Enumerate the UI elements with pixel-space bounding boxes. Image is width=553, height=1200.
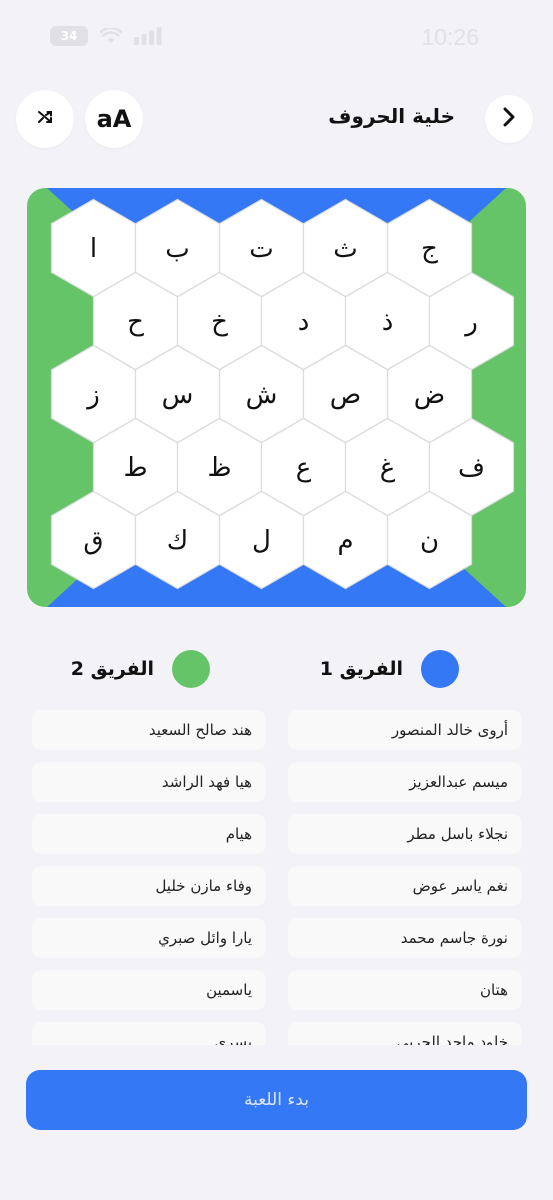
start-game-button[interactable]: بدء اللعبة [26, 1070, 527, 1130]
team2-member[interactable]: يارا وائل صبري [32, 918, 266, 958]
shuffle-icon [36, 108, 54, 130]
member-name: هيام [225, 825, 252, 843]
hex-board: ا ب ت ث ج ح خ د ذ ر ز س ش ص ض ط ظ ع غ ف ق ك ل م ن [27, 188, 526, 607]
team2-member[interactable]: ياسمين [32, 970, 266, 1010]
hex-cell-letter: ز [85, 380, 100, 410]
team1-header: الفريق 1 [320, 650, 459, 688]
team1-member[interactable]: أروى خالد المنصور [288, 710, 522, 750]
font-size-icon: aA [96, 105, 132, 133]
hex-cell-letter: ط [123, 453, 147, 483]
hex-cell-letter: ظ [207, 453, 231, 483]
member-name: نجلاء باسل مطر [407, 825, 508, 843]
member-name: ميسم عبدالعزيز [409, 773, 508, 791]
member-name: هند صالح السعيد [148, 721, 252, 739]
member-name: نغم ياسر عوض [412, 877, 508, 895]
team1-member-list[interactable]: أروى خالد المنصور ميسم عبدالعزيز نجلاء ب… [288, 710, 522, 1045]
hex-cell-letter: ذ [382, 307, 394, 337]
hex-cell-letter: ك [167, 526, 188, 556]
team2-member[interactable]: وفاء مازن خليل [32, 866, 266, 906]
status-time: 10:26 [421, 24, 479, 50]
wifi-icon [100, 28, 122, 44]
next-button[interactable] [485, 95, 533, 143]
chevron-right-icon [502, 106, 516, 132]
team2-color-dot [172, 650, 210, 688]
hex-cell-letter: ح [127, 307, 144, 337]
member-name: هيا فهد الراشد [161, 773, 252, 791]
status-icons: 34 [50, 26, 162, 46]
game-board: ا ب ت ث ج ح خ د ذ ر ز س ش ص ض ط ظ ع غ ف ق ك ل م ن [27, 188, 526, 607]
member-name: يارا وائل صبري [158, 929, 252, 947]
member-name: ياسمين [206, 981, 252, 999]
team2-member[interactable]: هند صالح السعيد [32, 710, 266, 750]
team2-member[interactable]: هيا فهد الراشد [32, 762, 266, 802]
team2-member-list[interactable]: هند صالح السعيد هيا فهد الراشد هيام وفاء… [32, 710, 266, 1045]
battery-level: 34 [60, 29, 78, 43]
hex-cell-letter: ص [330, 380, 361, 410]
team2-member[interactable]: يسرى [32, 1022, 266, 1045]
hex-cell-letter: غ [380, 453, 396, 483]
hex-cell-letter: ج [421, 234, 438, 264]
member-name: أروى خالد المنصور [391, 721, 508, 739]
page-title: خلية الحروف [328, 104, 455, 128]
hex-cell-letter: م [337, 526, 353, 556]
member-name: وفاء مازن خليل [155, 877, 252, 895]
hex-cell-letter: ا [90, 234, 97, 264]
member-name: نورة جاسم محمد [400, 929, 508, 947]
team1-member[interactable]: خلود ماجد الحربي [288, 1022, 522, 1045]
member-name: خلود ماجد الحربي [396, 1033, 508, 1045]
hex-cell-letter: ش [246, 380, 278, 410]
shuffle-button[interactable] [16, 90, 74, 148]
cellular-signal-icon [134, 27, 162, 45]
team1-name: الفريق 1 [319, 658, 403, 680]
member-name: يسرى [214, 1033, 252, 1045]
team1-member[interactable]: نورة جاسم محمد [288, 918, 522, 958]
hex-cell-letter: ل [252, 526, 271, 556]
hex-cell-letter: ق [83, 526, 103, 556]
hex-cell-letter: ب [165, 234, 189, 264]
hex-cell-letter: ض [414, 380, 445, 410]
hex-cell-letter: ن [420, 526, 439, 556]
hex-cell-letter: د [298, 307, 310, 337]
hex-cell-letter: س [162, 380, 194, 410]
team1-member[interactable]: ميسم عبدالعزيز [288, 762, 522, 802]
member-name: هتان [479, 981, 508, 999]
team1-color-dot [421, 650, 459, 688]
team2-name: الفريق 2 [70, 658, 154, 680]
hex-cell-letter: ث [333, 234, 357, 264]
hex-cell-letter: ر [463, 307, 478, 337]
hex-cell-letter: ف [458, 453, 485, 483]
status-bar: 34 10:26 [0, 0, 553, 80]
battery-icon: 34 [50, 26, 88, 46]
hex-cell-letter: ت [249, 234, 273, 264]
team1-member[interactable]: نجلاء باسل مطر [288, 814, 522, 854]
team2-member[interactable]: هيام [32, 814, 266, 854]
font-size-button[interactable]: aA [85, 90, 143, 148]
team1-member[interactable]: هتان [288, 970, 522, 1010]
team1-member[interactable]: نغم ياسر عوض [288, 866, 522, 906]
hex-cell-letter: ع [296, 453, 312, 483]
team2-header: الفريق 2 [71, 650, 210, 688]
hex-cell-letter: خ [211, 307, 228, 337]
